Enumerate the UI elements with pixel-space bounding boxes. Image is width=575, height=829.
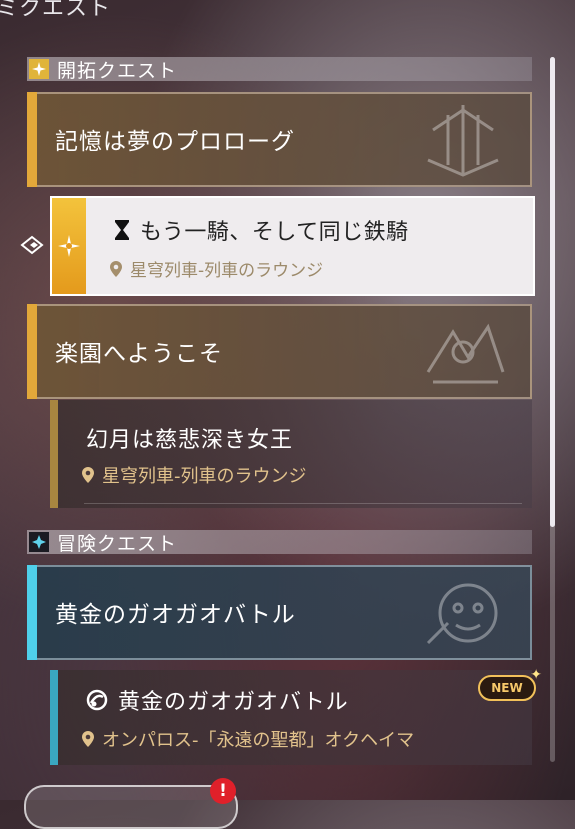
quest-name-text: もう一騎、そして同じ鉄騎	[140, 220, 409, 245]
section-header-trailblaze: 開拓クエスト	[27, 57, 532, 82]
group-accent-bar	[27, 304, 37, 399]
location-pin-icon	[82, 467, 94, 483]
bottom-action-button[interactable]	[24, 785, 238, 829]
quest-location: 星穹列車-列車のラウンジ	[82, 462, 307, 488]
chapter-emblem-icon	[426, 323, 505, 384]
diamond-star-icon	[29, 532, 49, 552]
divider	[84, 503, 522, 504]
scrollbar-thumb[interactable]	[550, 57, 555, 527]
beast-emblem-icon	[426, 583, 498, 645]
quest-item-moon[interactable]: 幻月は慈悲深き女王 星穹列車-列車のラウンジ	[50, 400, 532, 508]
new-badge-label: NEW	[478, 675, 536, 701]
alert-badge: !	[210, 778, 236, 804]
quest-name-text: 幻月は慈悲深き女王	[86, 428, 294, 453]
compass-star-icon	[58, 235, 80, 257]
quest-item-golden-battle[interactable]: 黄金のガオガオバトル オンパロス-「永遠の聖都」オクヘイマ	[50, 670, 532, 765]
section-label: 冒険クエスト	[57, 532, 178, 555]
group-accent-bar	[27, 565, 37, 660]
quest-item-selected[interactable]: もう一騎、そして同じ鉄騎 星穹列車-列車のラウンジ	[50, 196, 535, 296]
quest-group-memory[interactable]: 記憶は夢のプロローグ	[27, 92, 532, 187]
quest-location: 星穹列車-列車のラウンジ	[110, 256, 323, 281]
selected-strip	[52, 198, 86, 294]
quest-accent-bar	[50, 400, 58, 508]
quest-location-text: 星穹列車-列車のラウンジ	[102, 466, 307, 487]
quest-group-title: 楽園へようこそ	[55, 341, 223, 367]
quest-name-text: 黄金のガオガオバトル	[118, 690, 349, 715]
quest-name: 幻月は慈悲深き女王	[86, 422, 293, 454]
chapter-emblem-icon	[427, 105, 499, 177]
compass-star-icon	[29, 59, 49, 79]
quest-group-title: 記憶は夢のプロローグ	[55, 129, 295, 155]
hourglass-icon	[115, 220, 129, 240]
group-accent-bar	[27, 92, 37, 187]
new-badge: NEW ✦	[478, 667, 542, 703]
selector-arrow-icon	[20, 234, 46, 256]
section-header-adventure: 冒険クエスト	[27, 530, 532, 555]
quest-location: オンパロス-「永遠の聖都」オクヘイマ	[82, 726, 414, 752]
quest-location-text: オンパロス-「永遠の聖都」オクヘイマ	[102, 730, 415, 751]
location-pin-icon	[110, 260, 122, 277]
quest-location-text: 星穹列車-列車のラウンジ	[130, 261, 324, 281]
quest-name: もう一騎、そして同じ鉄騎	[114, 214, 409, 246]
section-label: 開拓クエスト	[57, 59, 178, 82]
page-title: ミクエスト	[0, 0, 112, 21]
quest-accent-bar	[50, 670, 58, 765]
quest-name: 黄金のガオガオバトル	[86, 684, 349, 716]
quest-group-paradise[interactable]: 楽園へようこそ	[27, 304, 532, 399]
quest-group-title: 黄金のガオガオバトル	[55, 602, 296, 628]
sparkle-icon: ✦	[530, 667, 542, 683]
quest-group-golden[interactable]: 黄金のガオガオバトル	[27, 565, 532, 660]
location-pin-icon	[82, 731, 94, 747]
adventure-quest-icon	[86, 689, 108, 711]
